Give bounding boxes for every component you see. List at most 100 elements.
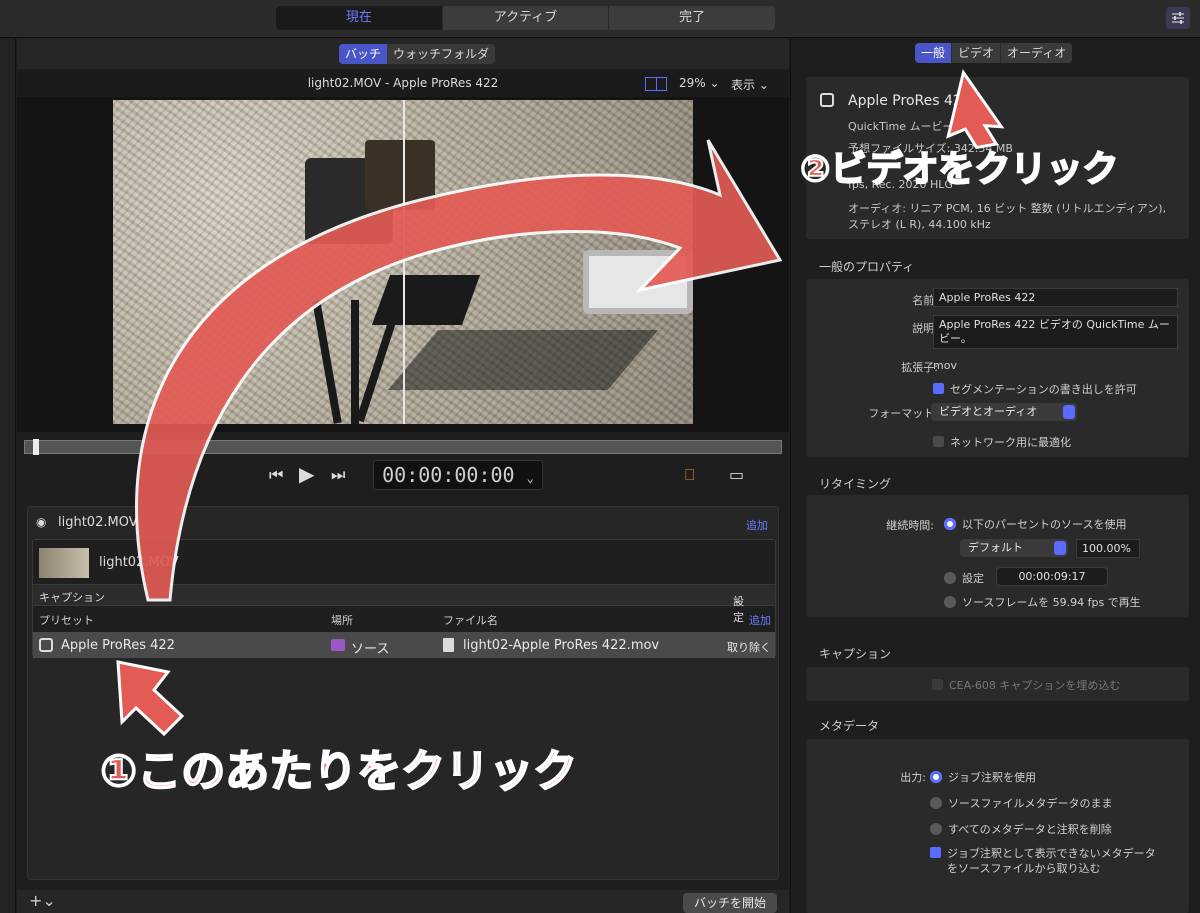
remove-button[interactable]: 取り除く <box>727 639 771 655</box>
transport-controls: ⏮ ▶ ⏭ 00:00:00:00 ⌄ ⎕ ▭ <box>17 456 789 494</box>
source-icon <box>331 639 345 655</box>
segmentation-checkbox[interactable]: セグメンテーションの書き出しを許可 <box>933 381 1137 397</box>
go-to-start-icon[interactable]: ⏮ <box>269 465 283 485</box>
column-filename: ファイル名 <box>443 614 498 627</box>
row-filename: light02-Apple ProRes 422.mov <box>463 638 660 653</box>
network-optimize-checkbox[interactable]: ネットワーク用に最適化 <box>933 434 1071 450</box>
network-label: ネットワーク用に最適化 <box>950 436 1071 449</box>
timecode-value: 00:00:00:00 <box>382 463 515 487</box>
meta-import-checkbox[interactable]: ジョブ注釈として表示できないメタデータ <box>930 845 1156 861</box>
view-menu[interactable]: 表示 ⌄ <box>731 76 769 93</box>
tab-completed[interactable]: 完了 <box>608 6 775 30</box>
extension-value: mov <box>933 359 957 372</box>
document-icon <box>443 638 454 656</box>
chevron-down-icon: ⌄ <box>709 76 720 90</box>
viewer-header: バッチ ウォッチフォルダ <box>17 39 789 69</box>
chevron-down-icon: ⌄ <box>733 593 743 606</box>
retiming-heading: リタイミング <box>819 477 892 491</box>
summary-subtitle: QuickTime ムービー <box>848 120 954 133</box>
meta-job-notes-radio[interactable]: ジョブ注釈を使用 <box>930 769 1036 785</box>
tab-current[interactable]: 現在 <box>276 6 442 30</box>
chevron-down-icon: ⌄ <box>526 471 534 485</box>
add-output-button[interactable]: 追加 <box>749 612 771 628</box>
timeline-scrubber[interactable] <box>24 439 782 455</box>
tab-video[interactable]: ビデオ <box>951 43 1000 63</box>
metadata-section: 出力: ジョブ注釈を使用 ソースファイルメタデータのまま すべてのメタデータと注… <box>806 739 1189 913</box>
zoom-value: 29% <box>679 76 706 90</box>
batch-panel: ◉ light02.MOV 追加 light02.MOV キャプション 設定 ⌄… <box>27 506 779 880</box>
clip-thumbnail <box>39 548 89 578</box>
description-field[interactable]: Apple ProRes 422 ビデオの QuickTime ムービー。 <box>933 315 1178 349</box>
column-location: 場所 <box>331 614 353 627</box>
view-label: 表示 <box>731 78 756 92</box>
extension-label: 拡張子: <box>901 361 938 374</box>
chevron-updown-icon <box>1063 405 1075 419</box>
timecode-display[interactable]: 00:00:00:00 ⌄ <box>373 460 543 490</box>
zoom-menu[interactable]: 29% ⌄ <box>679 76 720 90</box>
clip-name: light02.MOV <box>99 555 179 570</box>
tab-active[interactable]: アクティブ <box>441 6 609 30</box>
video-preview[interactable] <box>113 100 693 424</box>
viewer-title: light02.MOV - Apple ProRes 422 <box>307 76 499 90</box>
segmentation-label: セグメンテーションの書き出しを許可 <box>950 383 1137 396</box>
caption-label: キャプション <box>39 591 105 604</box>
retime-timecode-field[interactable]: 00:00:09:17 <box>996 567 1108 586</box>
duration-label: 継続時間: <box>886 519 934 532</box>
retime-source-fps-label: ソースフレームを 59.94 fps で再生 <box>962 596 1141 609</box>
chevron-down-icon: ⌄ <box>758 78 769 92</box>
description-label: 説明: <box>912 322 938 335</box>
light-unit <box>365 140 435 210</box>
summary-title: Apple ProRes 422 <box>848 93 971 109</box>
cea608-checkbox[interactable]: CEA-608 キャプションを埋め込む <box>932 677 1120 693</box>
column-preset: プリセット <box>39 614 94 627</box>
tab-batch[interactable]: バッチ <box>339 44 388 64</box>
table-row[interactable]: Apple ProRes 422 ソース light02-Apple ProRe… <box>33 632 775 658</box>
bottom-bar: +⌄ バッチを開始 <box>17 890 789 913</box>
job-container: light02.MOV キャプション 設定 ⌄ プリセット 場所 ファイル名 追… <box>32 539 776 658</box>
retime-source-fps-radio[interactable]: ソースフレームを 59.94 fps で再生 <box>944 594 1141 610</box>
annotation-step2: ②ビデオをクリック <box>799 148 1119 191</box>
tab-general[interactable]: 一般 <box>915 43 952 63</box>
row-preset: Apple ProRes 422 <box>61 638 175 653</box>
playhead[interactable] <box>33 439 39 455</box>
inspector-tabs: 一般 ビデオ オーディオ <box>915 43 1073 63</box>
meta-chk-line2: をソースファイルから取り込む <box>947 862 1101 875</box>
split-line[interactable] <box>403 100 405 424</box>
meta-opt2-label: ソースファイルメタデータのまま <box>948 797 1113 810</box>
caption-row: キャプション 設定 ⌄ <box>33 584 775 624</box>
retime-set-radio[interactable]: 設定 <box>944 570 984 586</box>
left-sidebar-strip <box>0 39 16 913</box>
retime-percent-radio[interactable]: 以下のパーセントのソースを使用 <box>944 516 1126 532</box>
inspector-toggle-button[interactable] <box>1166 7 1190 29</box>
meta-remove-radio[interactable]: すべてのメタデータと注釈を削除 <box>930 821 1112 837</box>
meta-source-radio[interactable]: ソースファイルメタデータのまま <box>930 795 1112 811</box>
general-properties: 名前: Apple ProRes 422 説明: Apple ProRes 42… <box>806 279 1189 457</box>
retiming-section: 継続時間: 以下のパーセントのソースを使用 デフォルト 100.00% 設定 0… <box>806 495 1189 617</box>
go-to-end-icon[interactable]: ⏭ <box>331 465 345 485</box>
column-header-row: プリセット 場所 ファイル名 追加 <box>33 607 775 629</box>
retime-mode-value: デフォルト <box>968 541 1023 554</box>
summary-audio: オーディオ: リニア PCM, 16 ビット 整数 (リトルエンディアン), ス… <box>848 202 1167 231</box>
name-field[interactable]: Apple ProRes 422 <box>933 288 1178 307</box>
metadata-heading: メタデータ <box>819 719 880 733</box>
quicktime-icon <box>39 638 53 656</box>
start-batch-button[interactable]: バッチを開始 <box>683 893 777 913</box>
retime-mode-select[interactable]: デフォルト <box>960 539 1068 557</box>
bookmark-icon[interactable]: ⎕ <box>685 465 695 485</box>
row-location: ソース <box>351 642 390 657</box>
format-label: フォーマット: <box>868 407 938 420</box>
meta-chk-line1: ジョブ注釈として表示できないメタデータ <box>947 847 1156 860</box>
add-menu-icon[interactable]: +⌄ <box>29 891 56 910</box>
split-view-icon[interactable] <box>645 77 667 91</box>
cea608-label: CEA-608 キャプションを埋め込む <box>949 679 1121 692</box>
retime-percent-field[interactable]: 100.00% <box>1076 539 1140 558</box>
monitor <box>583 250 693 314</box>
add-button[interactable]: 追加 <box>746 517 768 533</box>
top-bar: 現在 アクティブ 完了 <box>0 0 1200 38</box>
tab-watch-folder[interactable]: ウォッチフォルダ <box>387 44 495 64</box>
format-select[interactable]: ビデオとオーディオ <box>931 403 1077 421</box>
play-icon[interactable]: ▶ <box>299 462 314 486</box>
batch-status-tabs: 現在 アクティブ 完了 <box>276 6 775 30</box>
caption-bubble-icon[interactable]: ▭ <box>729 465 744 484</box>
tab-audio[interactable]: オーディオ <box>1000 43 1072 63</box>
